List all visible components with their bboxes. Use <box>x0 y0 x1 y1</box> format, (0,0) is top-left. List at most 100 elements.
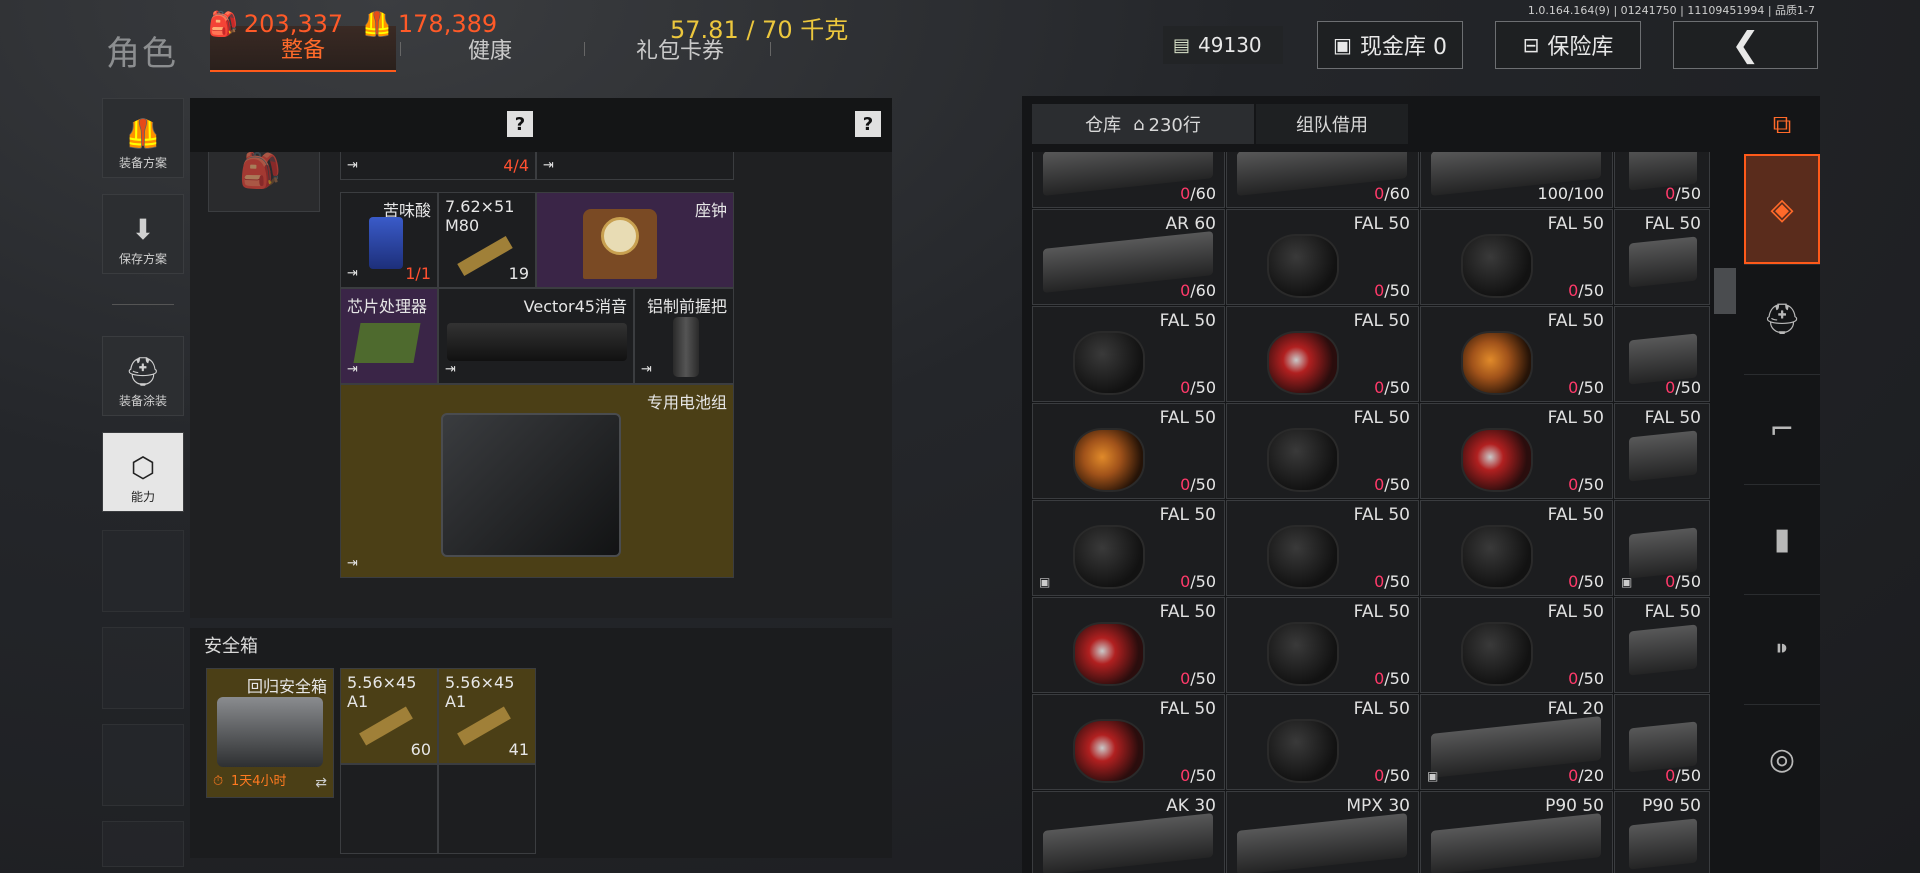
stack-filter-button[interactable]: ◈ <box>1744 154 1820 264</box>
empty-slot[interactable] <box>438 764 536 854</box>
item-name: FAL 50 <box>1353 602 1410 622</box>
item-slot[interactable]: ⇥ 4/4 <box>340 152 536 180</box>
warehouse-item[interactable]: FAL 20 0/20 ▣ <box>1420 694 1613 790</box>
fill-count: 0 <box>1374 184 1385 203</box>
backpack-slot[interactable]: 🎒 <box>208 152 320 212</box>
warehouse-item[interactable]: FAL 50 0/50 <box>1420 306 1613 402</box>
all-items-icon[interactable]: ⧉ <box>1744 96 1820 154</box>
sidebar-gear-skins[interactable]: ⛑ 装备涂装 <box>102 336 184 416</box>
tab-team-borrow[interactable]: 组队借用 <box>1256 104 1408 144</box>
capacity: 50 <box>1389 669 1410 688</box>
item-count: 0/50 <box>1374 669 1410 688</box>
item-ammo-556-a[interactable]: 5.56×45 A1 60 <box>340 668 438 764</box>
scrollbar-thumb[interactable] <box>1714 268 1736 314</box>
empty-slot[interactable] <box>340 764 438 854</box>
warehouse-item[interactable]: FAL 50 0/50 <box>1226 597 1419 693</box>
capacity: 50 <box>1195 766 1216 785</box>
warehouse-item[interactable]: MPX 30 <box>1226 791 1419 873</box>
warehouse-item[interactable]: FAL 50 0/50 <box>1420 597 1613 693</box>
item-chip-processor[interactable]: 芯片处理器 ⇥ <box>340 288 438 384</box>
warehouse-item[interactable]: FAL 50 0/50 <box>1226 500 1419 596</box>
fill-count: 0 <box>1568 475 1579 494</box>
capacity: 50 <box>1195 572 1216 591</box>
item-battery-pack[interactable]: 专用电池组 ⇥ <box>340 384 734 578</box>
warehouse-item[interactable]: FAL 50 <box>1614 597 1710 693</box>
drum-magazine-icon <box>1073 719 1145 783</box>
warehouse-item[interactable]: FAL 50 0/50 ▣ <box>1032 500 1225 596</box>
warehouse-item[interactable]: AK 30 <box>1032 791 1225 873</box>
tab-divider <box>584 42 585 56</box>
sidebar-divider <box>112 304 174 305</box>
scope-filter-button[interactable]: ◎ <box>1744 704 1820 814</box>
warehouse-item[interactable]: 0/60 <box>1226 152 1419 208</box>
rifle-filter-button[interactable]: ⌐ <box>1744 374 1820 484</box>
warehouse-item[interactable]: 100/100 <box>1420 152 1613 208</box>
bullet-filter-button[interactable]: ⁍ <box>1744 594 1820 704</box>
drum-magazine-icon <box>1073 428 1145 492</box>
warehouse-item[interactable]: FAL 50 0/50 <box>1032 403 1225 499</box>
warehouse-grid: 0/60 0/60 100/100 0/50 AR 60 0/60 FAL 50 0/50 FA… <box>1032 152 1710 873</box>
item-name: 5.56×45 A1 <box>445 673 515 711</box>
sidebar-loadout-plans[interactable]: 🦺 装备方案 <box>102 98 184 178</box>
warehouse-item[interactable]: FAL 50 0/50 <box>1226 209 1419 305</box>
item-name: 芯片处理器 <box>347 297 428 316</box>
scope-icon: ◎ <box>1768 742 1796 777</box>
item-name: FAL 50 <box>1159 408 1216 428</box>
equip-icon: ⇥ <box>347 266 358 281</box>
weight-help-button[interactable]: ? <box>855 111 881 137</box>
insurance-vault-button[interactable]: ⊟ 保险库 <box>1495 21 1641 69</box>
warehouse-item[interactable]: FAL 50 0/50 <box>1226 694 1419 790</box>
warehouse-item[interactable]: FAL 50 0/50 <box>1420 500 1613 596</box>
magazine-filter-button[interactable]: ▮ <box>1744 484 1820 594</box>
item-vector45-suppressor[interactable]: Vector45消音 ⇥ <box>438 288 634 384</box>
capacity: 50 <box>1195 669 1216 688</box>
tab-storage[interactable]: 仓库 ⌂ 230行 <box>1032 104 1254 144</box>
item-ammo-762[interactable]: 7.62×51 M80 19 <box>438 192 536 288</box>
drum-magazine-icon <box>1461 525 1533 589</box>
warehouse-item[interactable]: P90 50 <box>1420 791 1613 873</box>
warehouse-item[interactable]: 0/60 <box>1032 152 1225 208</box>
item-desk-clock[interactable]: 座钟 <box>536 192 734 288</box>
warehouse-item[interactable]: FAL 50 <box>1614 209 1710 305</box>
warehouse-item[interactable]: FAL 50 <box>1614 403 1710 499</box>
warehouse-item[interactable]: 0/50 <box>1614 694 1710 790</box>
capacity: 50 <box>1680 184 1701 203</box>
sidebar-save-plan[interactable]: ⬇ 保存方案 <box>102 194 184 274</box>
warehouse-item[interactable]: P90 50 <box>1614 791 1710 873</box>
item-slot[interactable]: ⇥ <box>536 152 734 180</box>
item-name: 7.62×51 M80 <box>445 197 515 235</box>
warehouse-item[interactable]: 0/50 ▣ <box>1614 500 1710 596</box>
item-count: 0/50 <box>1374 572 1410 591</box>
cash-vault-button[interactable]: ▣ 现金库 0 <box>1317 21 1463 69</box>
warehouse-item[interactable]: 0/50 <box>1614 306 1710 402</box>
safe-box-container[interactable]: 回归安全箱 ⏱ 1天4小时 ⇄ <box>206 668 334 798</box>
item-picric-acid[interactable]: 苦味酸 ⇥ 1/1 <box>340 192 438 288</box>
item-count: 0/50 <box>1665 766 1701 785</box>
item-name: 5.56×45 A1 <box>347 673 417 711</box>
helmet-filter-button[interactable]: ⛑ <box>1744 264 1820 374</box>
help-button[interactable]: ? <box>507 111 533 137</box>
item-aluminum-foregrip[interactable]: 铝制前握把 ⇥ <box>634 288 734 384</box>
warehouse-item[interactable]: FAL 50 0/50 <box>1226 306 1419 402</box>
backpack-icon: 🎒 <box>239 152 282 191</box>
warehouse-item[interactable]: FAL 50 0/50 <box>1226 403 1419 499</box>
warehouse-item[interactable]: FAL 50 0/50 <box>1420 209 1613 305</box>
item-ammo-556-b[interactable]: 5.56×45 A1 41 <box>438 668 536 764</box>
clock-face-icon <box>601 217 639 255</box>
warehouse-item[interactable]: AR 60 0/60 <box>1032 209 1225 305</box>
swap-icon[interactable]: ⇄ <box>315 775 327 791</box>
sidebar-abilities[interactable]: ⬡ 能力 <box>102 432 184 512</box>
item-count: 0/50 <box>1665 572 1701 591</box>
back-button[interactable]: ❮ <box>1673 21 1818 69</box>
item-count: 0/20 <box>1568 766 1604 785</box>
warehouse-item[interactable]: FAL 50 0/50 <box>1420 403 1613 499</box>
capacity: 50 <box>1389 766 1410 785</box>
capacity: 50 <box>1680 378 1701 397</box>
warehouse-item[interactable]: FAL 50 0/50 <box>1032 694 1225 790</box>
timer-icon: ⏱ <box>213 774 224 789</box>
warehouse-item[interactable]: 0/50 <box>1614 152 1710 208</box>
fill-count: 0 <box>1374 669 1385 688</box>
warehouse-item[interactable]: FAL 50 0/50 <box>1032 597 1225 693</box>
warehouse-item[interactable]: FAL 50 0/50 <box>1032 306 1225 402</box>
fill-count: 0 <box>1665 572 1676 591</box>
